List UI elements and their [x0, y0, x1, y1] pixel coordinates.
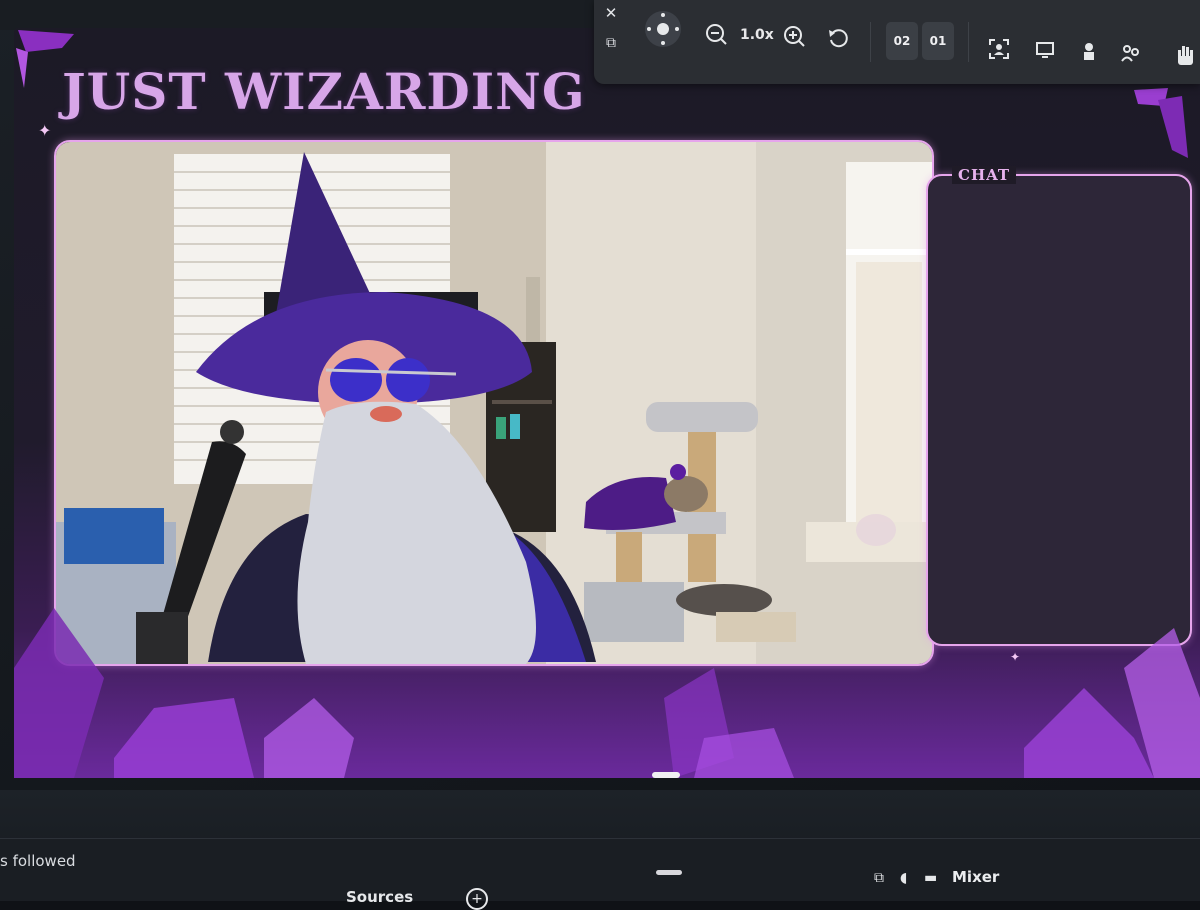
stream-title: JUST WIZARDING [62, 62, 586, 121]
audio-icon[interactable]: ◖ [900, 870, 907, 886]
group-icon[interactable] [1120, 42, 1142, 64]
hand-icon[interactable] [1174, 44, 1196, 66]
mixer-label: Mixer [952, 868, 1000, 886]
folder-icon[interactable]: ▬ [924, 870, 937, 886]
crystals-decoration [14, 608, 1200, 778]
minimize-icon[interactable]: ⧉ [602, 34, 620, 52]
person-icon[interactable] [1078, 40, 1100, 62]
docks-panel [0, 838, 1200, 901]
move-icon[interactable] [644, 10, 682, 48]
sources-label: Sources [346, 888, 414, 906]
toolbar-separator [870, 22, 871, 62]
add-source-button[interactable]: + [466, 888, 488, 910]
monitor: JUST WIZARDING ✦ ✦ ✦ ✦ ✦ [0, 0, 1200, 910]
chat-label: CHAT [952, 166, 1017, 184]
window-icon[interactable]: ⧉ [874, 870, 884, 886]
zoom-in-icon[interactable] [782, 24, 806, 48]
resize-handle[interactable] [656, 870, 682, 875]
zoom-level: 1.0x [740, 27, 774, 43]
toolbar-separator [968, 22, 969, 62]
zoom-out-icon[interactable] [704, 22, 728, 46]
crystal-top-right [1134, 88, 1188, 158]
webcam-scene [56, 142, 932, 664]
stream-preview[interactable]: JUST WIZARDING ✦ ✦ ✦ ✦ ✦ [14, 28, 1200, 778]
sparkle: ✦ [38, 121, 52, 140]
scene-button-02[interactable]: 02 [886, 22, 918, 60]
close-icon[interactable]: ✕ [602, 4, 620, 22]
camera-control-toolbar: ✕ ⧉ 1.0x 02 01 [594, 0, 1200, 84]
screen-icon[interactable] [1034, 38, 1056, 60]
scene-button-01[interactable]: 01 [922, 22, 954, 60]
reset-icon[interactable] [826, 26, 850, 50]
resize-handle[interactable] [652, 772, 680, 778]
activity-feed-text: s followed [0, 852, 76, 870]
chat-panel [926, 174, 1192, 646]
face-track-icon[interactable] [988, 38, 1010, 60]
